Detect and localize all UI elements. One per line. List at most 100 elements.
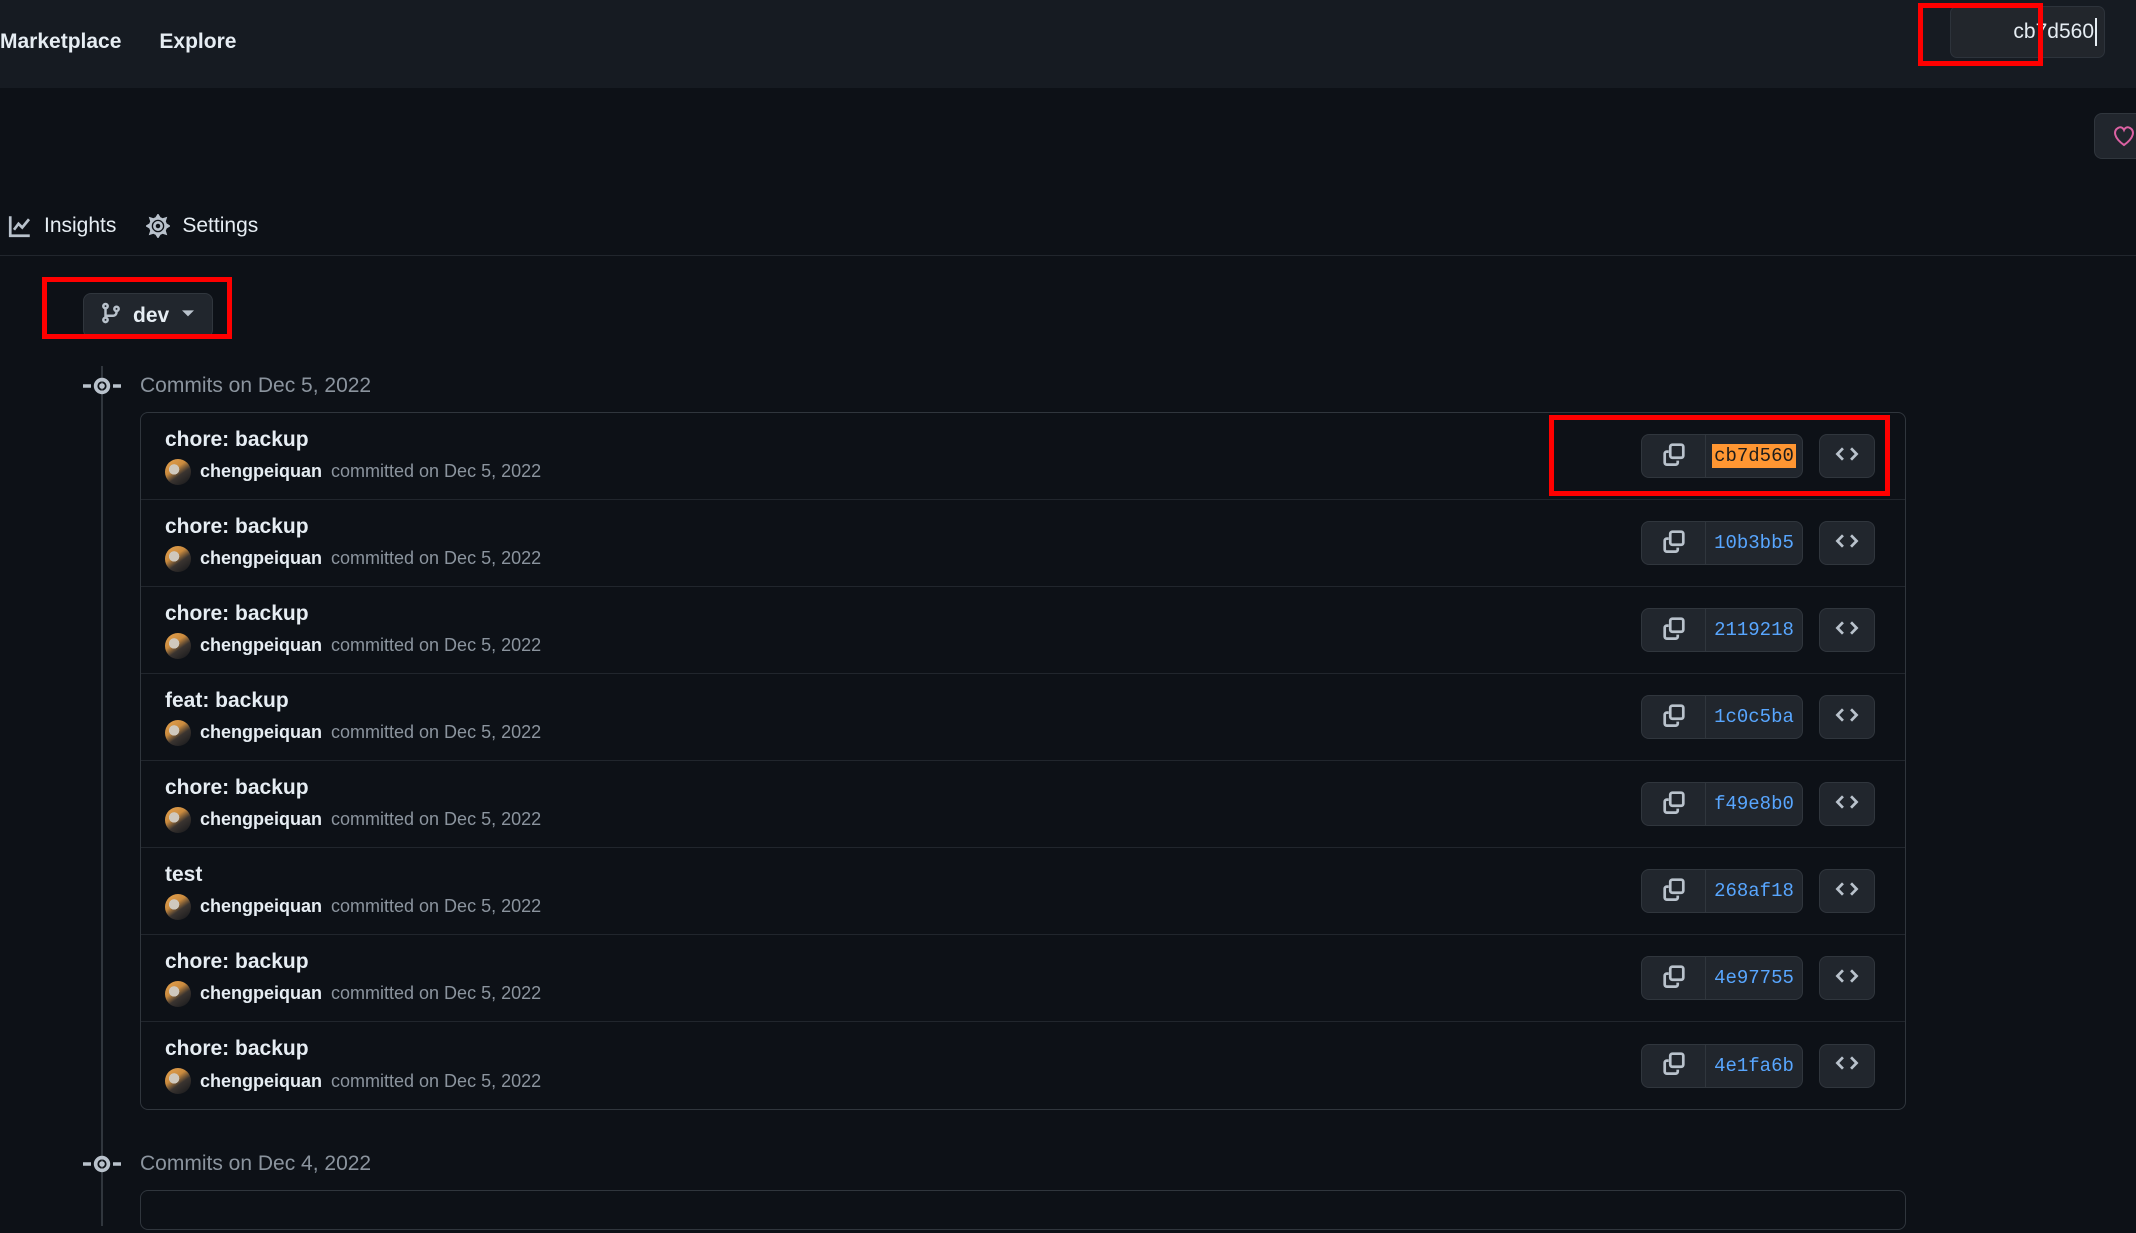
copy-sha-button[interactable] [1642,783,1706,825]
copy-sha-button[interactable] [1642,435,1706,477]
commit-group-header: Commits on Dec 4, 2022 [0,1138,2136,1190]
sha-button-group: 1c0c5ba [1641,695,1803,739]
sha-button-group: 268af18 [1641,869,1803,913]
sha-button-group: cb7d560 [1641,434,1803,478]
copy-sha-button[interactable] [1642,870,1706,912]
browse-repository-button[interactable] [1819,521,1875,565]
commit-info: chore: backup chengpeiquan committed on De… [165,1037,541,1094]
tab-insights[interactable]: Insights [8,214,116,238]
commit-sha-text: 10b3bb5 [1714,532,1794,554]
commit-info: chore: backup chengpeiquan committed on De… [165,515,541,572]
commit-author[interactable]: chengpeiquan [200,983,322,1004]
commit-date: committed on Dec 5, 2022 [331,722,542,742]
repo-tabs: Insights Settings [0,196,2136,256]
sha-button-group: 4e97755 [1641,956,1803,1000]
header-nav: Marketplace Explore [0,30,236,54]
commit-list: chore: backup chengpeiquan committed on De… [140,412,1906,1110]
code-icon [1835,964,1859,993]
search-input[interactable] [1950,6,2105,58]
commit-author[interactable]: chengpeiquan [200,548,322,569]
browse-repository-button[interactable] [1819,608,1875,652]
commit-author[interactable]: chengpeiquan [200,635,322,656]
commit-info: chore: backup chengpeiquan committed on De… [165,950,541,1007]
avatar[interactable] [165,719,191,746]
commit-author[interactable]: chengpeiquan [200,809,322,830]
commit-date: committed on Dec 5, 2022 [331,635,542,655]
commit-row: test chengpeiquan committed on Dec 5, 2022… [141,848,1905,935]
copy-icon [1662,877,1686,906]
nav-explore[interactable]: Explore [159,30,236,54]
commit-sha-text: cb7d560 [1712,444,1796,468]
commit-list [140,1190,1906,1230]
commit-row: chore: backup chengpeiquan committed on De… [141,935,1905,1022]
code-icon [1835,790,1859,819]
commit-actions: 4e1fa6b [1641,1043,1875,1088]
tab-settings-label: Settings [182,214,259,237]
browse-repository-button[interactable] [1819,1043,1875,1088]
avatar[interactable] [165,632,191,659]
commit-row: feat: backup chengpeiquan committed on Dec… [141,674,1905,761]
sponsor-button[interactable] [2094,113,2136,159]
avatar[interactable] [165,893,191,920]
commit-sha-link[interactable]: f49e8b0 [1706,783,1802,825]
commit-author[interactable]: chengpeiquan [200,722,322,743]
commit-group-title: Commits on Dec 4, 2022 [140,1152,372,1175]
commit-sha-link[interactable]: 268af18 [1706,870,1802,912]
code-icon [1835,442,1859,471]
branch-selector-button[interactable]: dev [83,293,214,338]
commit-author[interactable]: chengpeiquan [200,461,322,482]
commit-sha-link[interactable]: 10b3bb5 [1706,522,1802,564]
commit-message[interactable]: chore: backup [165,602,541,626]
commit-sha-text: f49e8b0 [1714,793,1794,815]
commit-sha-link[interactable]: 1c0c5ba [1706,696,1802,738]
commit-message[interactable]: chore: backup [165,950,541,974]
tabs-divider [0,255,2136,256]
commit-message[interactable]: chore: backup [165,515,541,539]
copy-sha-button[interactable] [1642,696,1706,738]
commit-sha-link[interactable]: 2119218 [1706,609,1802,651]
commit-actions: 1c0c5ba [1641,695,1875,739]
copy-sha-button[interactable] [1642,522,1706,564]
commit-sha-link[interactable]: cb7d560 [1706,435,1802,477]
avatar[interactable] [165,806,191,833]
commit-date: committed on Dec 5, 2022 [331,461,542,481]
copy-sha-button[interactable] [1642,1044,1706,1087]
commit-meta: chengpeiquan committed on Dec 5, 2022 [165,545,541,572]
commit-meta: chengpeiquan committed on Dec 5, 2022 [165,893,542,920]
code-icon [1835,703,1859,732]
commit-author[interactable]: chengpeiquan [200,896,322,917]
search-field-wrapper [1950,6,2105,58]
commit-author[interactable]: chengpeiquan [200,1071,322,1092]
avatar[interactable] [165,545,191,572]
commit-message[interactable]: test [165,863,541,887]
commit-message[interactable]: chore: backup [165,1037,541,1061]
browse-repository-button[interactable] [1819,869,1875,913]
browse-repository-button[interactable] [1819,956,1875,1000]
copy-icon [1662,964,1686,993]
commit-meta: chengpeiquan committed on Dec 5, 2022 [165,632,542,659]
copy-sha-button[interactable] [1642,609,1706,651]
tab-settings[interactable]: Settings [146,214,258,238]
browse-repository-button[interactable] [1819,782,1875,826]
commit-info: chore: backup chengpeiquan committed on De… [165,602,541,659]
commit-sha-link[interactable]: 4e1fa6b [1706,1045,1802,1087]
commit-info: chore: backup chengpeiquan committed on De… [165,776,541,833]
avatar[interactable] [165,980,191,1007]
commit-message[interactable]: chore: backup [165,428,541,452]
commit-date: committed on Dec 5, 2022 [331,896,542,916]
browse-repository-button[interactable] [1819,695,1875,739]
commit-date: committed on Dec 5, 2022 [331,983,542,1003]
commit-message[interactable]: feat: backup [165,689,541,713]
commit-actions: 10b3bb5 [1641,521,1875,565]
commit-sha-link[interactable]: 4e97755 [1706,957,1802,999]
commit-row: chore: backup chengpeiquan committed on De… [141,500,1905,587]
commit-message[interactable]: chore: backup [165,776,541,800]
avatar[interactable] [165,458,191,485]
copy-sha-button[interactable] [1642,957,1706,999]
nav-marketplace[interactable]: Marketplace [0,30,121,54]
avatar[interactable] [165,1068,191,1094]
commit-group-header: Commits on Dec 5, 2022 [0,360,2136,412]
heart-icon [2114,126,2134,147]
commit-date: committed on Dec 5, 2022 [331,809,542,829]
browse-repository-button[interactable] [1819,434,1875,478]
